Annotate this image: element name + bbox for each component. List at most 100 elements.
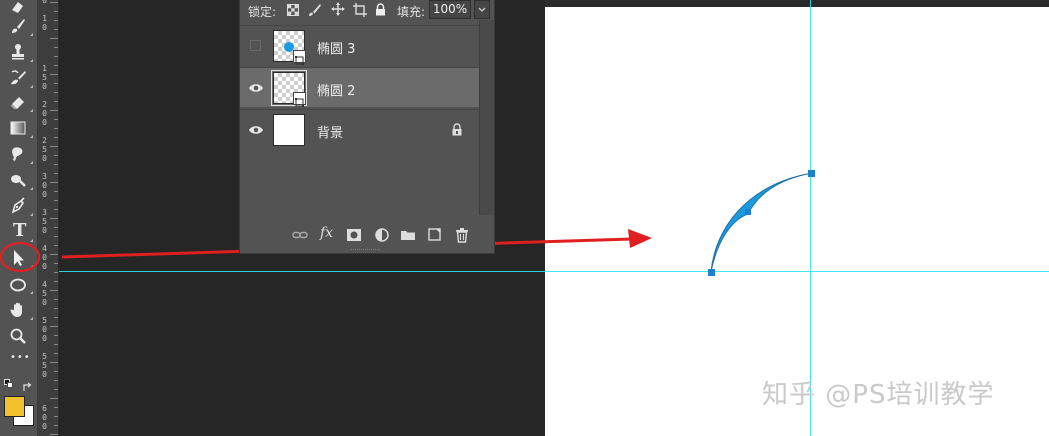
lock-label: 锁定: <box>248 5 277 19</box>
dodge-tool[interactable] <box>0 167 38 193</box>
layer-row-ellipse-3[interactable]: 椭圆 3 <box>240 25 479 65</box>
new-layer-icon[interactable] <box>427 227 443 243</box>
panel-resize-grip[interactable] <box>350 249 380 252</box>
zoom-tool[interactable] <box>0 323 38 349</box>
ruler-tick <box>54 56 58 57</box>
ruler-tick <box>54 245 58 246</box>
lock-pixels-icon[interactable] <box>308 3 322 20</box>
default-colors-icon[interactable] <box>4 379 14 389</box>
swap-colors-icon[interactable] <box>22 378 33 391</box>
mask-icon[interactable] <box>346 227 362 243</box>
layer-name[interactable]: 椭圆 3 <box>317 38 355 57</box>
layer-visibility-toggle[interactable] <box>250 40 261 51</box>
clone-stamp-tool[interactable] <box>0 39 38 65</box>
layers-scrollbar[interactable] <box>479 20 494 215</box>
ruler-tick <box>54 227 58 228</box>
dodge-icon <box>11 175 26 187</box>
path-selection-tool[interactable] <box>0 245 38 271</box>
ruler-label: 5 0 0 <box>42 316 47 343</box>
ruler-tick <box>54 344 58 345</box>
chevron-down-icon <box>478 7 486 12</box>
lock-artboard-icon[interactable] <box>353 3 367 20</box>
stamp-icon <box>12 44 24 60</box>
ruler-tick <box>50 290 58 291</box>
ruler-tick <box>54 200 58 201</box>
ruler-tick <box>54 173 58 174</box>
ruler-tick <box>54 20 58 21</box>
hand-tool[interactable] <box>0 297 38 323</box>
fill-dropdown[interactable] <box>474 0 490 19</box>
eraser-tool-2[interactable] <box>0 89 38 115</box>
layers-panel-footer: fx <box>240 222 494 248</box>
ruler-tick <box>54 263 58 264</box>
ruler-tick <box>54 119 58 120</box>
folder-icon[interactable] <box>400 227 416 243</box>
ruler-tick <box>54 272 58 273</box>
ruler-tick <box>54 29 58 30</box>
ruler-tick <box>54 191 58 192</box>
layer-name[interactable]: 背景 <box>317 122 343 141</box>
type-tool[interactable]: T <box>0 219 38 245</box>
eraser-tool-icon <box>11 97 24 109</box>
brush-icon <box>12 19 25 33</box>
layer-name[interactable]: 椭圆 2 <box>317 80 355 99</box>
ruler-tick <box>50 182 58 183</box>
ruler-tick <box>50 398 58 399</box>
ruler-tick <box>50 110 58 111</box>
pen-tool[interactable] <box>0 193 38 219</box>
ruler-tick <box>54 128 58 129</box>
ruler-label: 5 5 0 <box>42 352 47 379</box>
lock-all-icon[interactable] <box>375 3 386 19</box>
ellipse-icon <box>10 278 26 292</box>
fx-icon[interactable]: fx <box>320 225 336 241</box>
ruler-tick <box>54 92 58 93</box>
ruler-label: 2 0 0 <box>42 100 47 127</box>
shape-layer-badge-icon <box>293 92 306 107</box>
gradient-tool[interactable] <box>0 115 38 141</box>
ruler-tick <box>54 407 58 408</box>
eye-icon[interactable] <box>248 122 264 138</box>
ruler-tick <box>50 434 58 435</box>
layer-thumbnail <box>273 30 306 65</box>
ruler-label: 4 5 0 <box>42 280 47 307</box>
brush-tool[interactable] <box>0 13 38 39</box>
lock-position-icon[interactable] <box>331 2 345 19</box>
layer-row-background[interactable]: 背景 <box>240 109 479 149</box>
ruler-tick <box>54 101 58 102</box>
link-icon[interactable] <box>292 227 308 243</box>
ruler-tick <box>50 326 58 327</box>
ruler-tick <box>54 164 58 165</box>
ruler-tick <box>54 83 58 84</box>
ruler-tick <box>54 65 58 66</box>
layers-panel: 锁定: 填充: 100% 椭圆 3 椭圆 2 背景 fx <box>239 0 495 254</box>
horizontal-guide[interactable] <box>59 271 1049 272</box>
foreground-color-swatch[interactable] <box>4 396 25 417</box>
shape-layer-badge-icon <box>293 50 306 65</box>
ruler-tick <box>54 380 58 381</box>
trash-icon[interactable] <box>454 227 470 243</box>
document-canvas[interactable] <box>545 7 1049 436</box>
more-icon: ••• <box>10 352 31 363</box>
ruler-label: 4 0 0 <box>42 244 47 271</box>
ruler-tick <box>50 2 58 3</box>
ruler-tick <box>54 389 58 390</box>
ruler-label: 0 <box>42 0 47 5</box>
gradient-icon <box>10 121 26 135</box>
fill-input[interactable]: 100% <box>429 0 471 19</box>
lock-transparent-icon[interactable] <box>287 4 299 19</box>
eye-icon[interactable] <box>248 80 264 96</box>
layer-row-ellipse-2[interactable]: 椭圆 2 <box>240 67 479 107</box>
blur-tool[interactable] <box>0 141 38 167</box>
ruler-tick <box>54 371 58 372</box>
ruler-tick <box>50 146 58 147</box>
ruler-tick <box>54 299 58 300</box>
vertical-guide[interactable] <box>810 0 811 436</box>
more-tools[interactable]: ••• <box>0 349 38 375</box>
vertical-ruler: 0 1 0 1 5 0 2 0 0 2 5 0 3 0 0 3 5 0 4 0 … <box>38 0 59 436</box>
history-brush-tool[interactable] <box>0 65 38 91</box>
adjustment-icon[interactable] <box>374 227 390 243</box>
layer-thumbnail <box>271 70 307 107</box>
ruler-tick <box>50 254 58 255</box>
ruler-label: 2 5 0 <box>42 136 47 163</box>
ellipse-tool[interactable] <box>0 271 38 297</box>
